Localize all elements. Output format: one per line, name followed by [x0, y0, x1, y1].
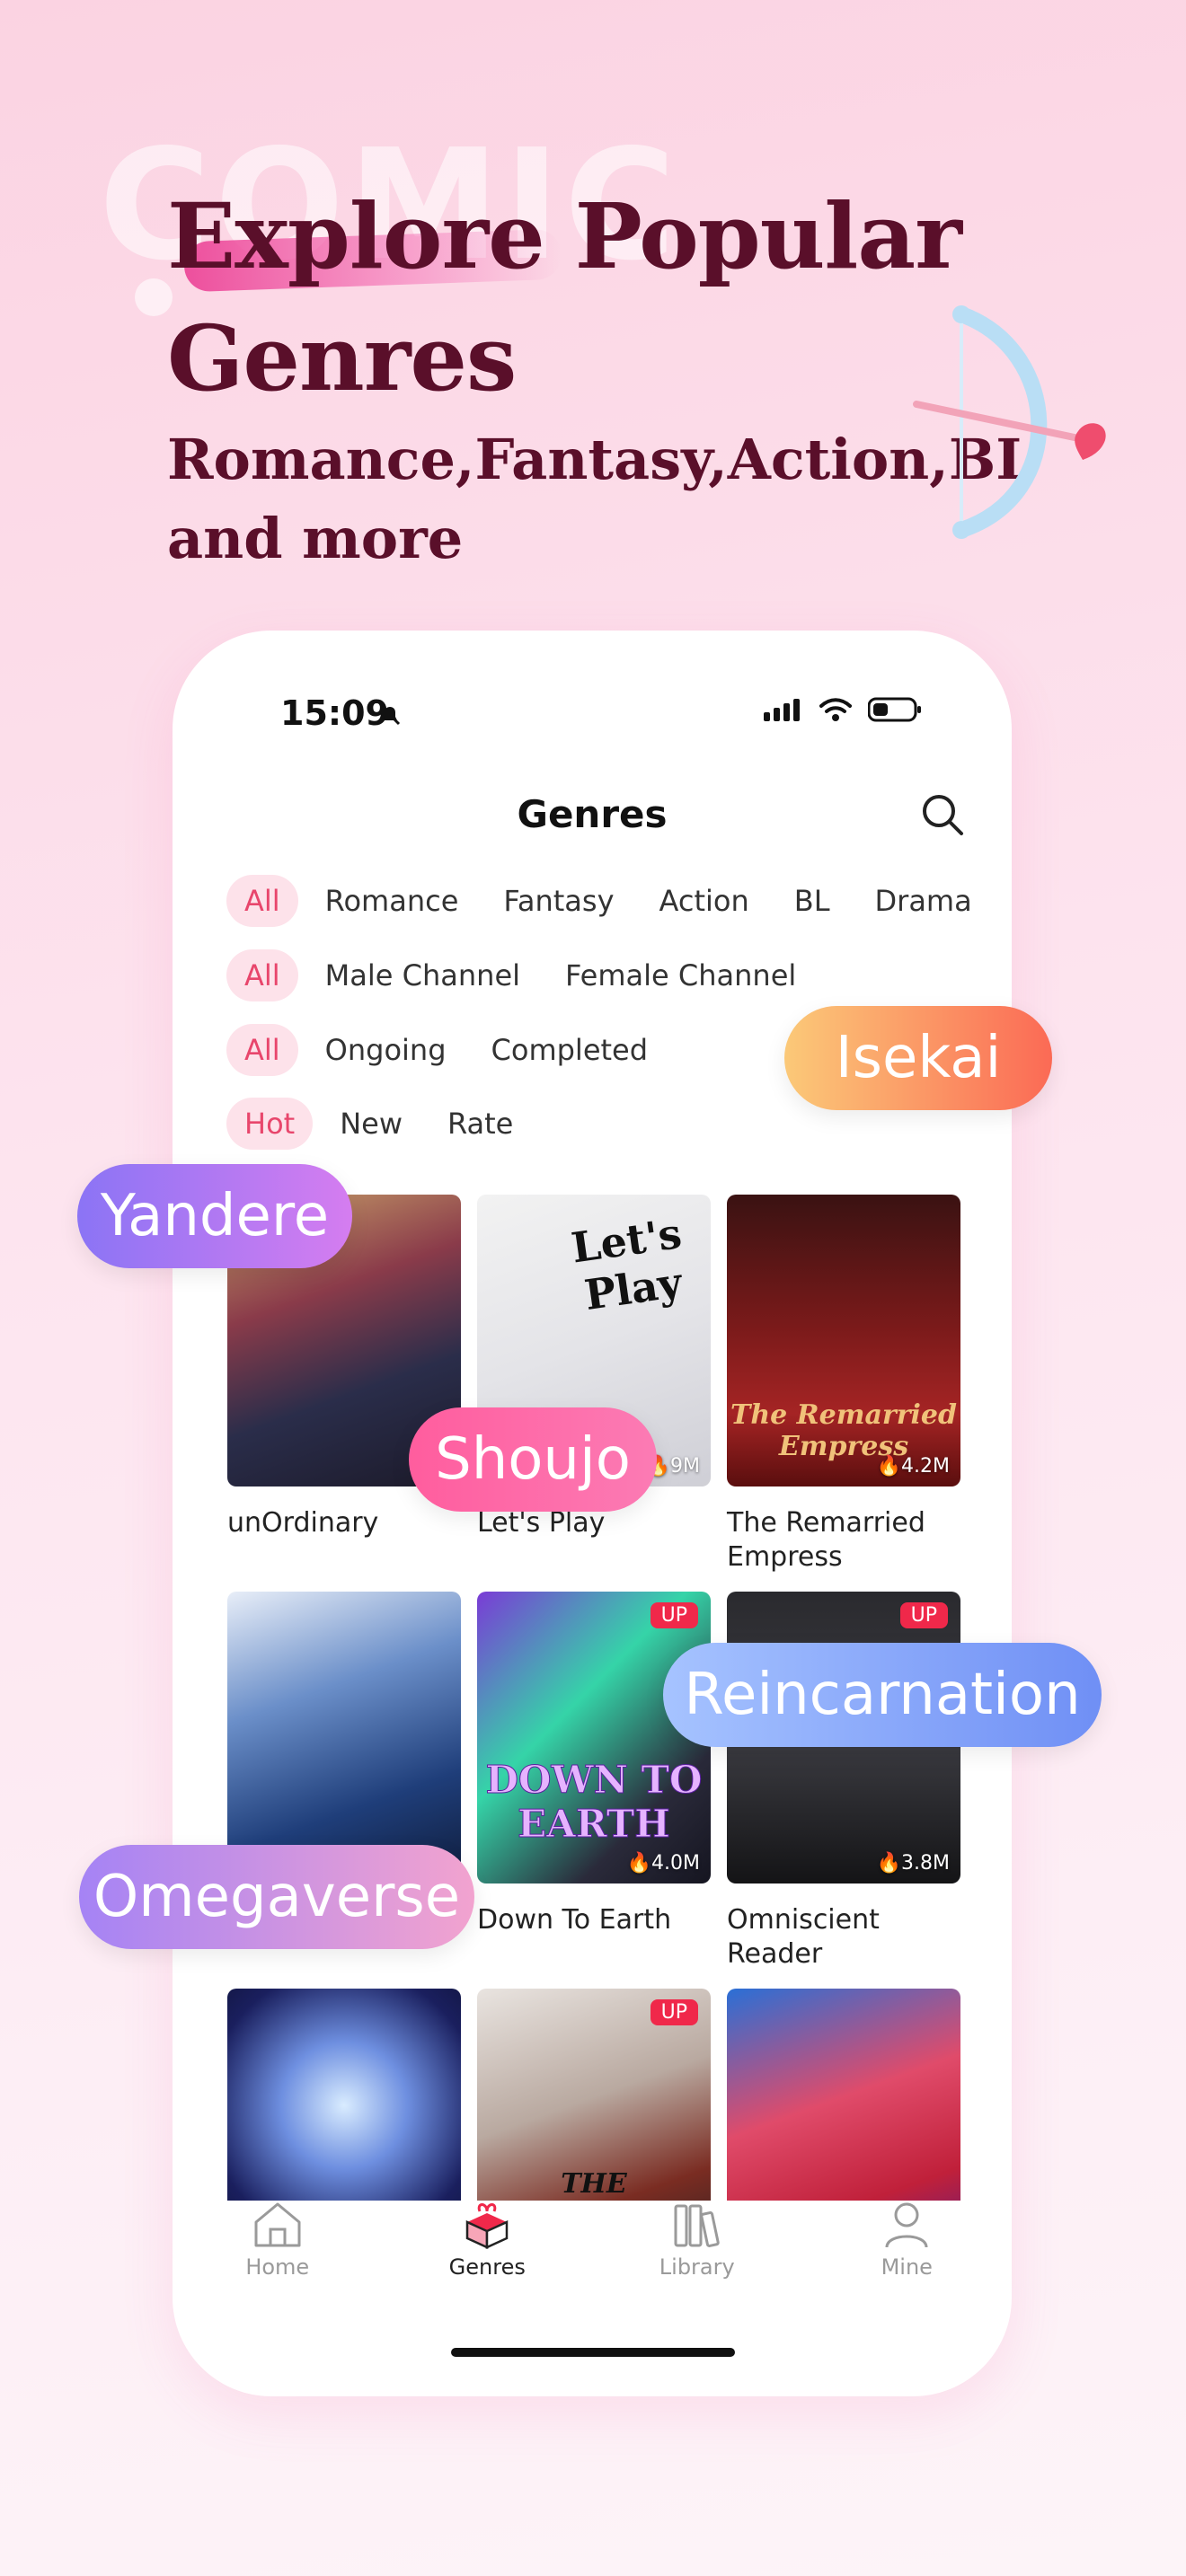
up-badge: UP	[650, 1999, 698, 2025]
library-books-icon	[674, 2204, 720, 2247]
bottom-tab-bar: Home Genres Library Mine	[173, 2201, 1012, 2290]
filter-genre-bl[interactable]: BL	[776, 875, 848, 927]
filter-channel-female[interactable]: Female Channel	[547, 949, 814, 1001]
comic-card[interactable]: UP DOWN TO EARTH 🔥4.0M Down To Earth	[477, 1592, 711, 1937]
channel-filter-row: All Male Channel Female Channel	[226, 949, 814, 1001]
view-count: 🔥3.8M	[876, 1852, 950, 1875]
comic-cover: UP DOWN TO EARTH 🔥4.0M	[477, 1592, 711, 1883]
comic-cover	[227, 1592, 461, 1883]
filter-genre-all[interactable]: All	[226, 875, 298, 927]
filter-genre-romance[interactable]: Romance	[307, 875, 477, 927]
tab-label: Mine	[881, 2254, 933, 2280]
filter-status-ongoing[interactable]: Ongoing	[307, 1024, 465, 1076]
comic-card[interactable]	[227, 1989, 461, 2201]
status-filter-row: All Ongoing Completed	[226, 1024, 666, 1076]
comic-cover	[727, 1989, 960, 2201]
cover-logo-text: Let's Play	[568, 1208, 686, 1320]
bell-muted-icon	[379, 704, 401, 726]
sort-hot[interactable]: Hot	[226, 1098, 314, 1150]
genre-tag-yandere: Yandere	[77, 1164, 352, 1268]
filter-channel-all[interactable]: All	[226, 949, 298, 1001]
hero-subline: Romance,Fantasy,Action,BL and more	[167, 427, 1035, 571]
sort-filter-row: Hot New Rate	[226, 1098, 531, 1150]
genre-tag-omegaverse: Omegaverse	[79, 1845, 474, 1949]
profile-icon	[885, 2202, 928, 2248]
tab-mine[interactable]: Mine	[802, 2201, 1013, 2290]
page-title: Genres	[517, 792, 668, 836]
comic-card[interactable]: UP THE	[477, 1989, 711, 2201]
phone-mockup: 15:09 Genres All Romance Fantasy Action …	[173, 631, 1012, 2396]
cover-logo-text: DOWN TO EARTH	[485, 1758, 703, 1847]
cover-logo-text: THE	[561, 2168, 627, 2200]
sort-new[interactable]: New	[322, 1098, 420, 1150]
comic-title: Down To Earth	[477, 1904, 672, 1936]
filter-genre-drama[interactable]: Drama	[857, 875, 990, 927]
status-time: 15:09	[280, 693, 389, 733]
cupid-bow-icon	[913, 305, 1106, 539]
tab-home[interactable]: Home	[173, 2201, 383, 2290]
home-icon	[254, 2202, 301, 2247]
comic-title: unOrdinary	[227, 1507, 379, 1539]
home-indicator[interactable]	[451, 2348, 735, 2357]
genre-filter-row: All Romance Fantasy Action BL Drama	[226, 875, 990, 927]
hero-headline: Explore Popular Genres	[167, 183, 962, 411]
search-icon[interactable]	[920, 792, 965, 837]
cover-logo-text: The Remarried Empress	[730, 1399, 957, 1462]
tab-library[interactable]: Library	[592, 2201, 802, 2290]
battery-icon	[868, 697, 921, 722]
genre-tag-reincarnation: Reincarnation	[663, 1643, 1102, 1747]
up-badge: UP	[899, 1602, 948, 1628]
up-badge: UP	[650, 1602, 698, 1628]
genre-tag-shoujo: Shoujo	[409, 1407, 657, 1512]
comic-card[interactable]: The Remarried Empress 🔥4.2M The Remarrie…	[727, 1195, 960, 1575]
cellular-signal-icon	[764, 699, 800, 721]
comic-title: The Remarried Empress	[727, 1507, 925, 1573]
filter-status-all[interactable]: All	[226, 1024, 298, 1076]
filter-channel-male[interactable]: Male Channel	[307, 949, 538, 1001]
tab-label: Home	[245, 2254, 310, 2280]
tab-label: Library	[659, 2254, 735, 2280]
tab-genres[interactable]: Genres	[383, 2201, 593, 2290]
comic-cover: UP THE	[477, 1989, 711, 2201]
gift-box-icon	[466, 2203, 509, 2249]
filter-status-completed[interactable]: Completed	[474, 1024, 667, 1076]
comic-title: Omniscient Reader	[727, 1904, 880, 1970]
comic-card[interactable]	[727, 1989, 960, 2201]
comic-cover: The Remarried Empress 🔥4.2M	[727, 1195, 960, 1486]
sort-rate[interactable]: Rate	[429, 1098, 531, 1150]
view-count: 🔥4.2M	[876, 1455, 950, 1478]
wifi-icon	[819, 698, 852, 721]
comic-cover	[227, 1989, 461, 2201]
genre-tag-isekai: Isekai	[784, 1006, 1052, 1110]
filter-genre-fantasy[interactable]: Fantasy	[485, 875, 632, 927]
view-count: 🔥4.0M	[626, 1852, 700, 1875]
tab-label: Genres	[448, 2254, 526, 2280]
filter-genre-action[interactable]: Action	[642, 875, 767, 927]
